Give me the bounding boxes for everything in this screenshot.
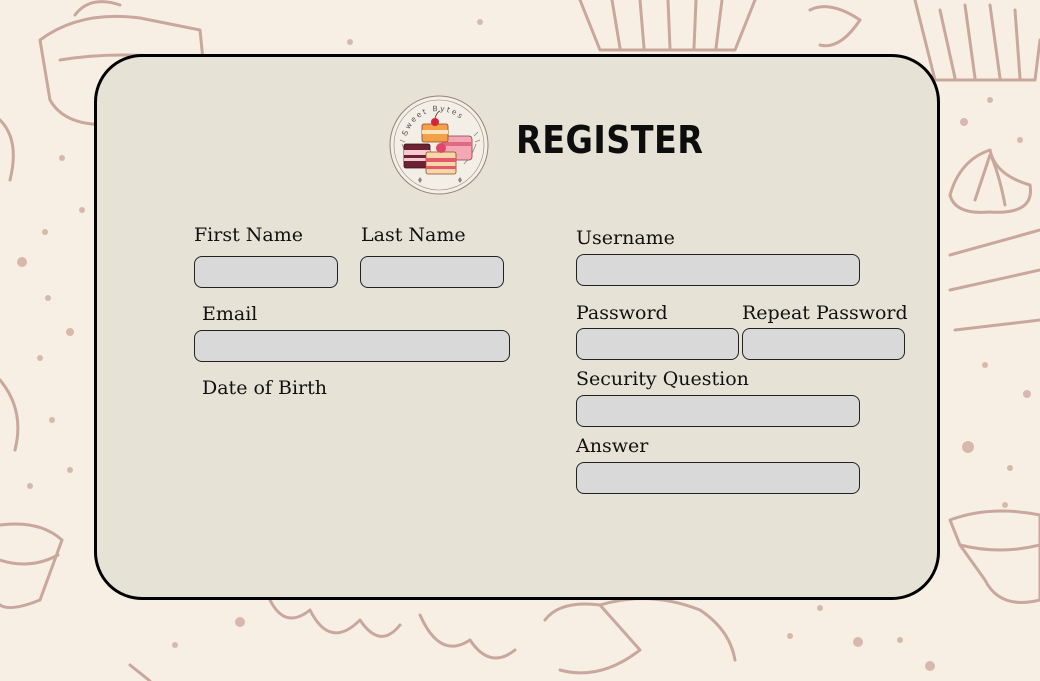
username-label: Username — [576, 227, 675, 249]
first-name-input[interactable] — [194, 256, 338, 288]
sweet-bytes-logo: Sweet Bytes — [389, 95, 489, 195]
last-name-input[interactable] — [360, 256, 504, 288]
password-label: Password — [576, 302, 668, 324]
answer-label: Answer — [576, 435, 649, 457]
email-label: Email — [202, 303, 258, 325]
security-question-input[interactable] — [576, 395, 860, 427]
repeat-password-input[interactable] — [742, 328, 905, 360]
last-name-label: Last Name — [361, 224, 466, 246]
answer-input[interactable] — [576, 462, 860, 494]
page-title: REGISTER — [516, 118, 704, 162]
password-input[interactable] — [576, 328, 739, 360]
email-input[interactable] — [194, 330, 510, 362]
repeat-password-label: Repeat Password — [742, 302, 908, 324]
username-input[interactable] — [576, 254, 860, 286]
date-of-birth-label: Date of Birth — [202, 377, 327, 399]
first-name-label: First Name — [194, 224, 303, 246]
security-question-label: Security Question — [576, 368, 749, 390]
